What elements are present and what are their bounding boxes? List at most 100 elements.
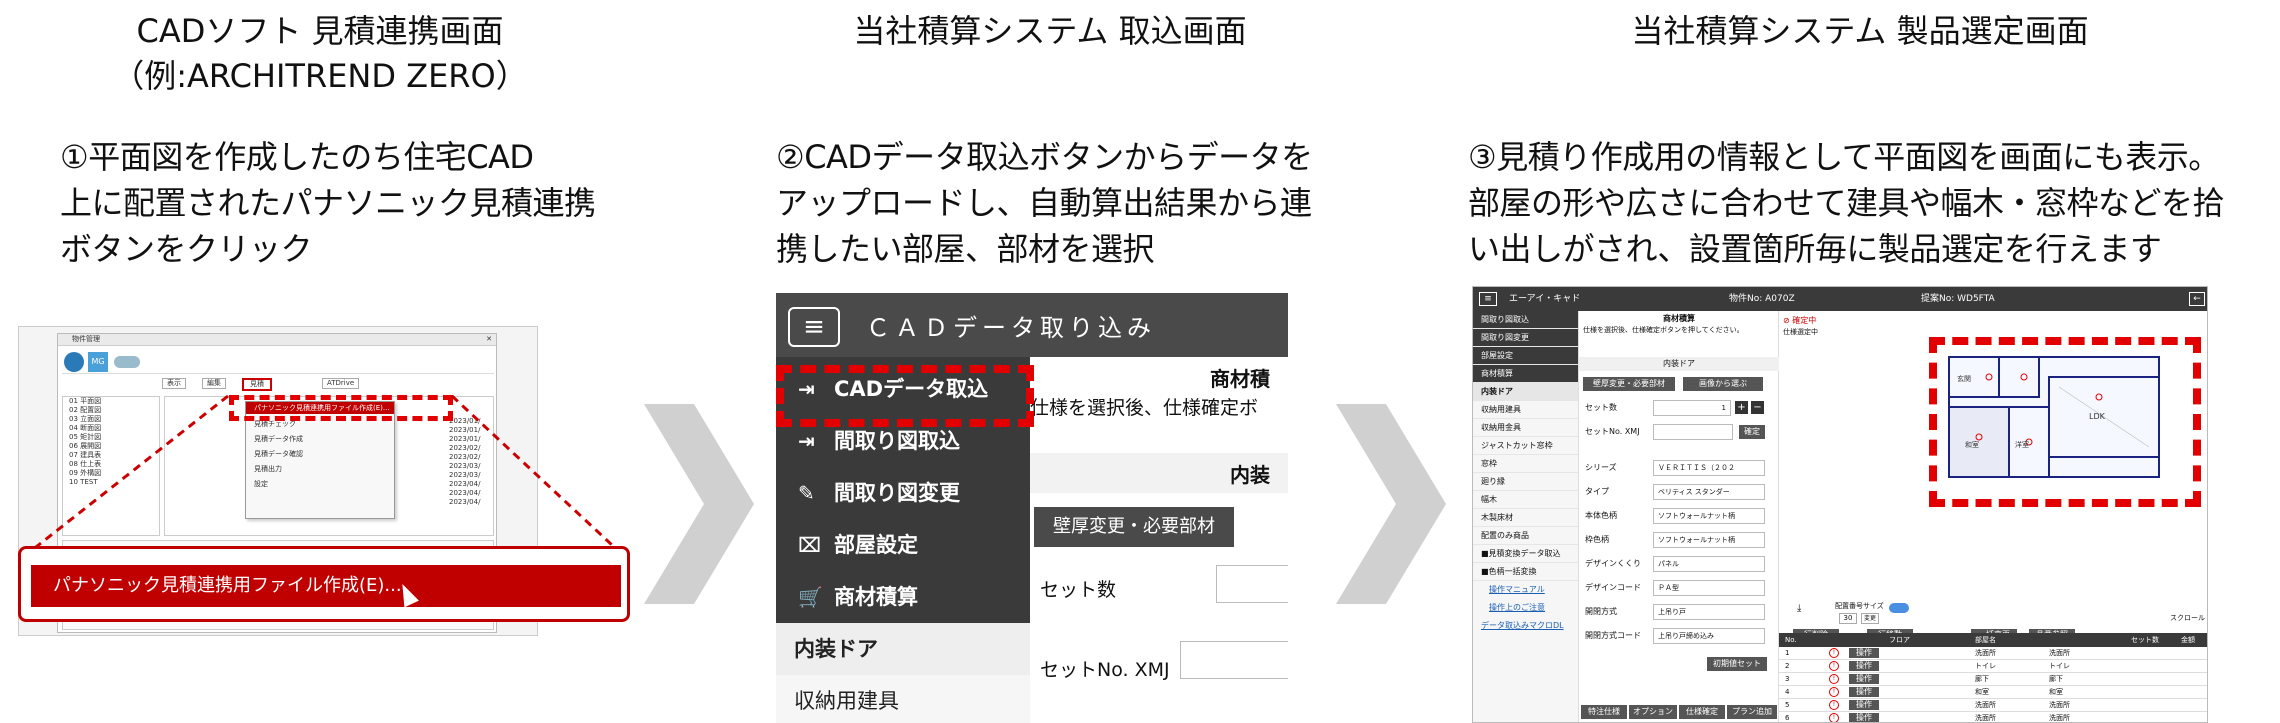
series-select[interactable]: ＶＥＲＩＴＩＳ（２０２	[1653, 460, 1765, 476]
download-icon[interactable]: ⤓	[1797, 603, 1801, 614]
bottom-button[interactable]: プラン追加	[1727, 705, 1777, 719]
sidebar-item-materials[interactable]: 🛒 商材積算	[776, 571, 1030, 623]
cart-icon: 🛒	[798, 585, 823, 609]
sidebar-item[interactable]: 間取り図変更	[1473, 329, 1578, 347]
menu-icon[interactable]: ≡	[1479, 292, 1497, 306]
confirm-button[interactable]: 確定	[1739, 425, 1765, 439]
status-note: 仕様選定中	[1783, 328, 1818, 336]
sidebar-item[interactable]: 窓枠	[1473, 455, 1578, 473]
sidebar-item[interactable]: 部屋設定	[1473, 347, 1578, 365]
row-operation-button[interactable]: 操作	[1849, 687, 1879, 697]
column-2-title: 当社積算システム 取込画面	[853, 12, 1247, 50]
back-icon[interactable]: ←	[2189, 292, 2205, 306]
design-group-select[interactable]: パネル	[1653, 556, 1765, 572]
sidebar-item[interactable]: ■色柄一括変換	[1473, 563, 1578, 581]
field-row: セットNo. XMJ 確定	[1583, 423, 1773, 441]
app-topbar: ≡ ＣＡＤデータ取り込み	[776, 293, 1288, 357]
field-row: デザインくくり パネル	[1583, 555, 1773, 573]
sidebar-item[interactable]: 木製床材	[1473, 509, 1578, 527]
plus-icon[interactable]: +	[1735, 401, 1748, 414]
table-row[interactable]: 1 ! 操作 洗面所 洗面所	[1779, 647, 2207, 660]
column-header: No.	[1785, 636, 1797, 644]
row-operation-button[interactable]: 操作	[1849, 674, 1879, 684]
type-select[interactable]: ベリティス スタンダー	[1653, 484, 1765, 500]
section-title: 内装	[1230, 463, 1270, 487]
app-title: ＣＡＤデータ取り込み	[866, 314, 1156, 342]
manual-link[interactable]: 操作マニュアル	[1473, 581, 1578, 599]
sidebar-item[interactable]: ■見積変換データ取込	[1473, 545, 1578, 563]
sidebar-item[interactable]: 内装ドア	[1473, 383, 1578, 401]
description-line: ①平面図を作成したのち住宅CAD	[60, 138, 534, 176]
field-label: 本体色柄	[1585, 511, 1617, 520]
design-code-select[interactable]: ＰＡ型	[1653, 580, 1765, 596]
wall-thickness-button[interactable]: 壁厚変更・必要部材	[1034, 507, 1234, 547]
toggle-switch[interactable]	[1889, 603, 1909, 613]
sidebar-item[interactable]: 収納用建具	[1473, 401, 1578, 419]
panasonic-estimate-button[interactable]: パナソニック見積連携用ファイル作成(E)...	[31, 565, 621, 607]
set-count-input[interactable]: 1	[1653, 400, 1731, 416]
sidebar-item[interactable]: ジャストカット窓枠	[1473, 437, 1578, 455]
opening-type-select[interactable]: 上吊り戸	[1653, 604, 1765, 620]
sidebar-item[interactable]: 幅木	[1473, 491, 1578, 509]
set-no-input[interactable]	[1653, 424, 1733, 440]
row-operation-button[interactable]: 操作	[1849, 700, 1879, 710]
body-color-select[interactable]: ソフトウォールナット柄	[1653, 508, 1765, 524]
wall-thickness-button[interactable]: 壁厚変更・必要部材	[1583, 377, 1675, 391]
sidebar-item-storage[interactable]: 収納用建具	[776, 675, 1030, 723]
bottom-button[interactable]: オプション	[1629, 705, 1677, 719]
minus-icon[interactable]: −	[1751, 401, 1764, 414]
delete-icon[interactable]: !	[1829, 700, 1839, 710]
zoom-button[interactable]: 変更	[1861, 613, 1879, 624]
sidebar-item[interactable]: 間取り図取込	[1473, 311, 1578, 329]
row-number: 1	[1785, 649, 1790, 657]
form-header: 商材積算	[1663, 314, 1695, 323]
column-1-title: CADソフト 見積連携画面	[136, 12, 504, 50]
field-label: セット数	[1585, 403, 1617, 412]
field-row: 開閉方式 上吊り戸	[1583, 603, 1773, 621]
delete-icon[interactable]: !	[1829, 687, 1839, 697]
sidebar-item[interactable]: 収納用金具	[1473, 419, 1578, 437]
table-row[interactable]: 5 ! 操作 洗面所 洗面所	[1779, 699, 2207, 712]
description-line: い出しがされ、設置箇所毎に製品選定を行えます	[1468, 230, 2162, 268]
delete-icon[interactable]: !	[1829, 713, 1839, 722]
row-operation-button[interactable]: 操作	[1849, 648, 1879, 658]
row-operation-button[interactable]: 操作	[1849, 713, 1879, 722]
sidebar-item[interactable]: 配置のみ商品	[1473, 527, 1578, 545]
column-header: フロア	[1889, 636, 1910, 644]
set-count-input[interactable]	[1216, 565, 1288, 603]
spec-form: 商材積算 仕様を選択後、仕様確定ボタンを押してください。 内装ドア 壁厚変更・必…	[1579, 311, 1779, 722]
frame-color-select[interactable]: ソフトウォールナット柄	[1653, 532, 1765, 548]
set-no-input[interactable]	[1180, 641, 1288, 679]
menu-icon[interactable]: ≡	[788, 307, 840, 347]
sidebar-item-floorplan-edit[interactable]: ✎ 間取り図変更	[776, 467, 1030, 519]
room-name-2: 洗面所	[2049, 701, 2070, 709]
table-row[interactable]: 4 ! 操作 和室 和室	[1779, 686, 2207, 699]
table-row[interactable]: 2 ! 操作 トイレ トイレ	[1779, 660, 2207, 673]
sidebar-item-room-settings[interactable]: ⌧ 部屋設定	[776, 519, 1030, 571]
set-count-label: セット数	[1040, 579, 1117, 601]
scroll-label: スクロール	[2170, 614, 2205, 622]
app-topbar: ≡ エーアイ・キャド 物件No: A070Z 提案No: WD5FTA ←	[1473, 287, 2207, 311]
choose-from-image-button[interactable]: 画像から選ぶ	[1683, 377, 1763, 391]
sidebar-item-interior-door[interactable]: 内装ドア	[776, 623, 1030, 675]
field-label: タイプ	[1585, 487, 1609, 496]
row-number: 2	[1785, 662, 1790, 670]
delete-icon[interactable]: !	[1829, 674, 1839, 684]
panasonic-banner-callout: パナソニック見積連携用ファイル作成(E)...	[18, 546, 630, 622]
notice-link[interactable]: 操作上のご注意	[1473, 599, 1578, 617]
row-operation-button[interactable]: 操作	[1849, 661, 1879, 671]
macro-download-link[interactable]: データ取込みマクロDL	[1473, 617, 1578, 635]
delete-icon[interactable]: !	[1829, 648, 1839, 658]
init-set-button[interactable]: 初期値セット	[1707, 657, 1767, 671]
zoom-input[interactable]: 30	[1839, 613, 1857, 624]
table-row[interactable]: 6 ! 操作 洗面所 洗面所	[1779, 712, 2207, 722]
delete-icon[interactable]: !	[1829, 661, 1839, 671]
bottom-button[interactable]: 特注仕様	[1581, 705, 1627, 719]
description-line: ②CADデータ取込ボタンからデータを	[776, 138, 1313, 176]
sidebar-item[interactable]: 商材積算	[1473, 365, 1578, 383]
bottom-button[interactable]: 仕様確定	[1679, 705, 1725, 719]
sidebar-item[interactable]: 廻り縁	[1473, 473, 1578, 491]
table-row[interactable]: 3 ! 操作 廊下 廊下	[1779, 673, 2207, 686]
room-name-2: 洗面所	[2049, 649, 2070, 657]
opening-code-select[interactable]: 上吊り戸締め込み	[1653, 628, 1765, 644]
